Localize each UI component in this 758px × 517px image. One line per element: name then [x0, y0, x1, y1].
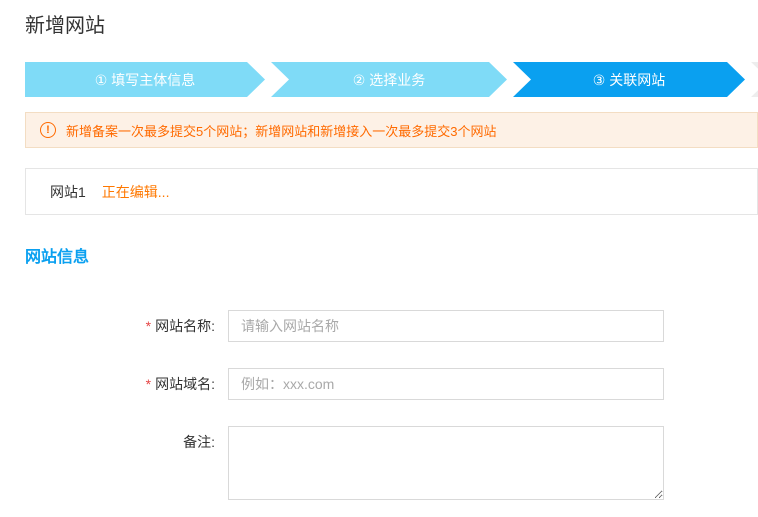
section-title-website-info: 网站信息: [25, 248, 758, 268]
site-domain-label-text: 网站域名:: [155, 376, 215, 392]
step-label: ② 选择业务: [353, 70, 425, 90]
step-associate-website: ③ 关联网站: [513, 62, 745, 97]
exclamation-circle-icon: [40, 122, 56, 138]
stepper: ① 填写主体信息 ② 选择业务 ③ 关联网站: [25, 62, 758, 97]
required-asterisk: *: [146, 376, 151, 392]
form-row-site-name: *网站名称:: [25, 310, 758, 342]
website-card-status[interactable]: 正在编辑...: [102, 182, 170, 202]
remark-textarea[interactable]: [228, 426, 664, 500]
step-label: ① 填写主体信息: [95, 70, 195, 90]
site-name-label-text: 网站名称:: [155, 318, 215, 334]
form-row-remark: 备注:: [25, 426, 758, 500]
step-next-partial: [751, 62, 758, 97]
site-domain-input[interactable]: [228, 368, 664, 400]
site-name-label: *网站名称:: [25, 310, 215, 342]
website-card-name: 网站1: [50, 182, 86, 202]
site-domain-label: *网站域名:: [25, 368, 215, 400]
step-label: ③ 关联网站: [593, 70, 665, 90]
page-title: 新增网站: [25, 12, 758, 40]
notice-bar: 新增备案一次最多提交5个网站；新增网站和新增接入一次最多提交3个网站: [25, 112, 758, 148]
step-fill-subject-info: ① 填写主体信息: [25, 62, 265, 97]
remark-label: 备注:: [25, 426, 215, 458]
website-card: 网站1 正在编辑...: [25, 168, 758, 215]
website-info-form: *网站名称: *网站域名: 备注:: [0, 310, 758, 500]
required-asterisk: *: [146, 318, 151, 334]
form-row-site-domain: *网站域名:: [25, 368, 758, 400]
remark-label-text: 备注:: [183, 434, 215, 450]
add-website-page: 新增网站 ① 填写主体信息 ② 选择业务 ③ 关联网站 新增备案一次最多提交5个…: [0, 0, 758, 517]
step-select-business: ② 选择业务: [271, 62, 507, 97]
notice-text: 新增备案一次最多提交5个网站；新增网站和新增接入一次最多提交3个网站: [66, 121, 496, 140]
site-name-input[interactable]: [228, 310, 664, 342]
